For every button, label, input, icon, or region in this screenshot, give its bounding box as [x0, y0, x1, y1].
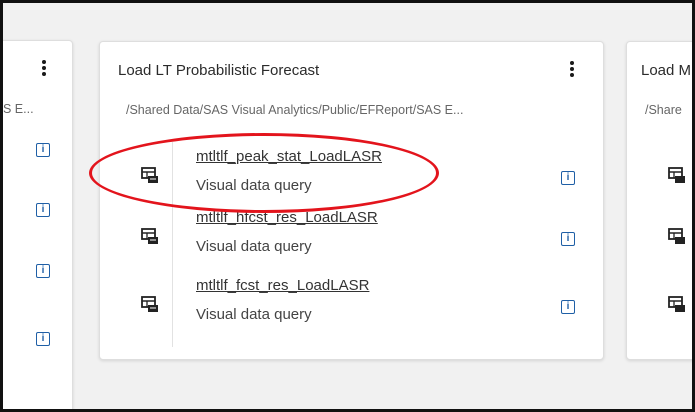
- info-icon[interactable]: i: [561, 300, 575, 314]
- data-query-icon: [141, 296, 158, 312]
- more-options-icon[interactable]: [564, 58, 580, 80]
- list-item[interactable]: mtltlf_hfcst_res_LoadLASR Visual data qu…: [120, 207, 585, 267]
- info-icon[interactable]: i: [561, 171, 575, 185]
- item-type: Visual data query: [196, 238, 312, 255]
- data-query-icon: [141, 167, 158, 183]
- info-icon[interactable]: i: [36, 332, 50, 346]
- info-icon[interactable]: i: [36, 264, 50, 278]
- item-type: Visual data query: [196, 306, 312, 323]
- report-card-right: Load M /Share: [626, 41, 692, 360]
- list-item[interactable]: mtltlf_fcst_res_LoadLASR Visual data que…: [120, 275, 585, 335]
- card-path: /Shared Data/SAS Visual Analytics/Public…: [126, 103, 464, 117]
- item-name-link[interactable]: mtltlf_peak_stat_LoadLASR: [196, 148, 382, 165]
- item-name-link[interactable]: mtltlf_hfcst_res_LoadLASR: [196, 209, 378, 226]
- item-type: Visual data query: [196, 177, 312, 194]
- more-options-icon[interactable]: [36, 57, 52, 79]
- data-query-icon: [668, 228, 685, 244]
- card-title: Load M: [641, 62, 692, 79]
- info-icon[interactable]: i: [36, 203, 50, 217]
- card-path: /Share: [645, 103, 682, 117]
- info-icon[interactable]: i: [36, 143, 50, 157]
- data-query-icon: [141, 228, 158, 244]
- info-icon[interactable]: i: [561, 232, 575, 246]
- data-query-icon: [668, 167, 685, 183]
- report-card-load-lt-probabilistic-forecast: Load LT Probabilistic Forecast /Shared D…: [99, 41, 604, 360]
- list-item[interactable]: mtltlf_peak_stat_LoadLASR Visual data qu…: [120, 146, 585, 206]
- item-name-link[interactable]: mtltlf_fcst_res_LoadLASR: [196, 277, 369, 294]
- card-path: S E...: [3, 102, 34, 116]
- report-card-left: S E... i i i i: [3, 40, 73, 409]
- card-title: Load LT Probabilistic Forecast: [118, 62, 320, 79]
- data-query-icon: [668, 296, 685, 312]
- screenshot-frame: S E... i i i i Load LT Probabilistic For…: [0, 0, 695, 412]
